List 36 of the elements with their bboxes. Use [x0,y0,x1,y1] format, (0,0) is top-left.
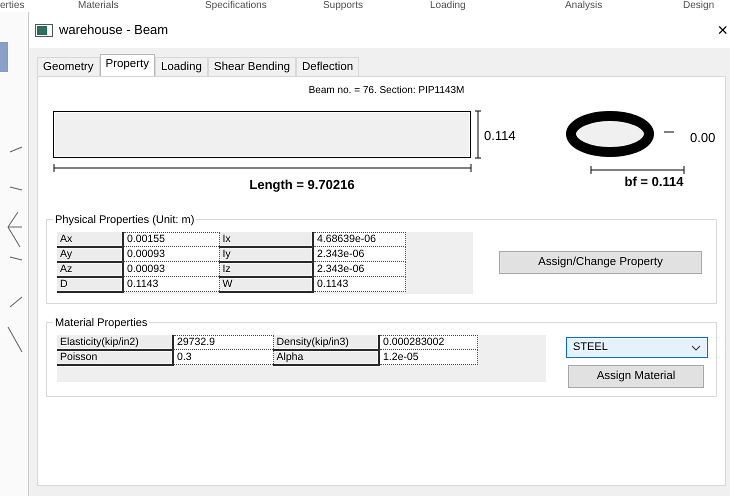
tab[interactable]: Deflection [296,57,360,76]
property-value: 29732.9 [173,336,273,350]
group-title: Physical Properties (Unit: m) [53,212,196,228]
property-value: 0.00093 [123,262,219,276]
property-value: 0.1143 [123,276,219,292]
property-name: Ix [219,232,313,246]
tab[interactable]: Loading [154,57,208,76]
property-value: 2.343e-06 [313,262,405,276]
length-label: Length = 9.70216 [249,177,355,192]
property-value: 2.343e-06 [313,246,405,262]
property-value: 0.1143 [313,276,405,292]
close-button[interactable]: × [717,21,730,39]
property-value: 0.000283002 [379,336,477,350]
property-name: Density(kip/in3) [273,336,379,350]
beam-caption: Beam no. = 76. Section: PIP1143M [308,85,464,96]
tab[interactable]: Property [100,54,155,76]
tab[interactable]: Geometry [37,57,100,76]
window-title: warehouse - Beam [59,21,168,40]
window-icon [35,24,53,36]
assign-property-button[interactable]: Assign/Change Property [499,251,702,274]
depth-dimension-line [474,110,482,158]
caret-icon [691,344,701,350]
material-dropdown[interactable]: STEEL [566,337,708,358]
property-value: 0.3 [173,350,273,364]
width-label: bf = 0.114 [624,174,684,189]
property-name: Ax [57,232,123,246]
property-name: Elasticity(kip/in2) [57,336,173,350]
property-value: 0.00093 [123,246,219,262]
tab[interactable]: Shear Bending [208,57,296,76]
depth-label: 0.114 [484,128,516,143]
property-value: 0.00155 [123,232,219,246]
assign-material-button[interactable]: Assign Material [568,365,704,388]
thickness-label: 0.00 [690,130,716,145]
property-value: 4.68639e-06 [313,232,405,246]
group-title: Material Properties [53,315,150,332]
property-value: 1.2e-05 [379,350,477,364]
